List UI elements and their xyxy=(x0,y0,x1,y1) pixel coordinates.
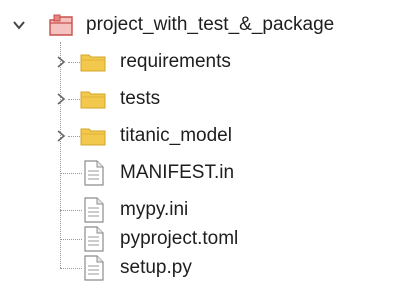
tree-connector-horizontal xyxy=(68,136,80,137)
tree-item-project-root[interactable]: project_with_test_&_package xyxy=(0,8,414,42)
tree-item-label: MANIFEST.in xyxy=(120,162,235,183)
tree-connector-horizontal xyxy=(68,99,80,100)
tree-connector-horizontal xyxy=(60,210,82,211)
folder-icon xyxy=(80,89,106,116)
file-icon xyxy=(84,160,104,192)
tree-item-file-manifest[interactable]: MANIFEST.in xyxy=(0,156,414,190)
tree-connector-horizontal xyxy=(60,173,82,174)
chevron-right-icon[interactable] xyxy=(54,92,68,106)
tree-item-folder-tests[interactable]: tests xyxy=(0,82,414,116)
project-tree: project_with_test_&_package requirements xyxy=(0,0,414,286)
tree-item-label: requirements xyxy=(120,51,231,72)
tree-connector-horizontal xyxy=(60,268,82,269)
tree-connector-horizontal xyxy=(68,62,80,63)
chevron-right-icon[interactable] xyxy=(54,129,68,143)
tree-item-folder-requirements[interactable]: requirements xyxy=(0,45,414,79)
tree-item-label: project_with_test_&_package xyxy=(86,14,335,35)
tree-connector-horizontal xyxy=(60,239,82,240)
tree-item-file-setup[interactable]: setup.py xyxy=(0,251,414,285)
tree-item-label: tests xyxy=(120,88,161,109)
folder-icon xyxy=(80,126,106,153)
tree-item-label: titanic_model xyxy=(120,125,232,146)
chevron-down-icon[interactable] xyxy=(12,18,26,32)
project-folder-icon xyxy=(48,14,74,44)
chevron-right-icon[interactable] xyxy=(54,55,68,69)
tree-item-folder-titanic-model[interactable]: titanic_model xyxy=(0,119,414,153)
folder-icon xyxy=(80,52,106,79)
file-icon xyxy=(84,255,104,286)
tree-item-label: setup.py xyxy=(120,257,192,278)
